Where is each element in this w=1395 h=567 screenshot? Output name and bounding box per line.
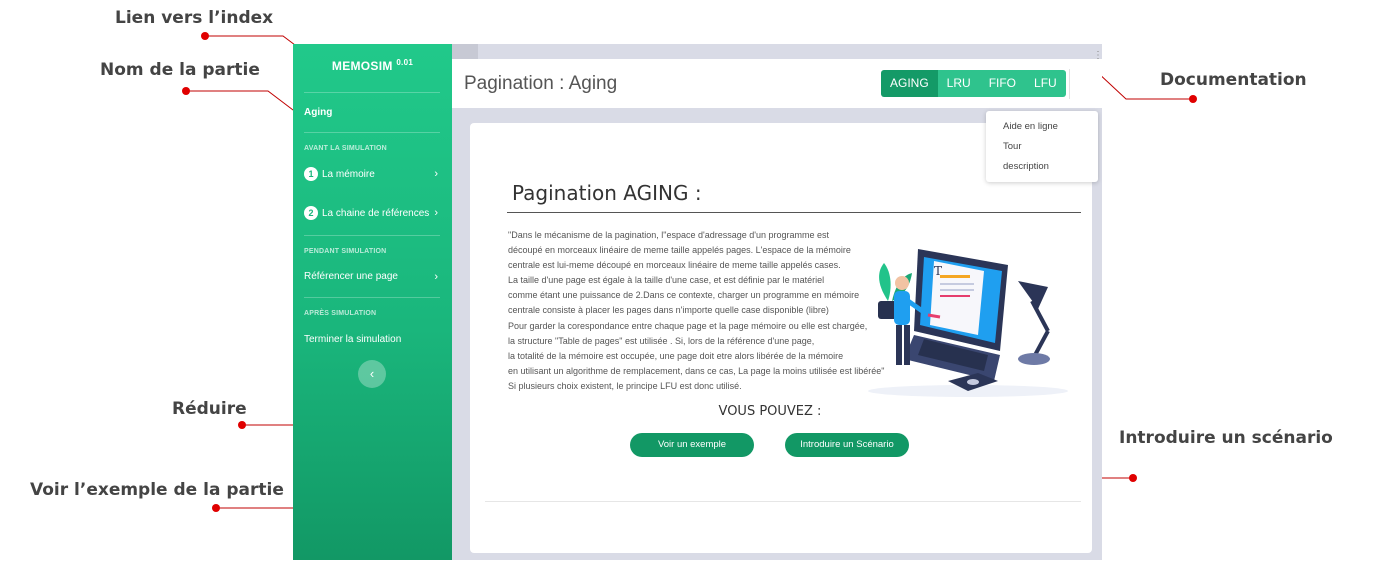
sidebar-divider	[304, 297, 440, 298]
sidebar-current-part[interactable]: Aging	[304, 107, 444, 118]
description-line: comme étant une puissance de 2.Dans ce c…	[508, 290, 860, 301]
description-line: découpé en morceaux linéaire de meme tai…	[508, 245, 851, 256]
introduce-scenario-button[interactable]: Introduire un Scénario	[785, 433, 909, 457]
sidebar-item-label: Référencer une page	[304, 271, 398, 282]
card-footer-divider	[485, 501, 1081, 502]
brand-link[interactable]: MEMOSIM 0.01	[293, 58, 452, 73]
documentation-menu-icon[interactable]: ⋮	[1093, 51, 1102, 61]
sidebar-item-label: La mémoire	[322, 168, 375, 180]
description-line: Si plusieurs choix existent, le principe…	[508, 380, 742, 391]
tab-lru[interactable]: LRU	[937, 70, 980, 97]
section-before-simulation: AVANT LA SIMULATION	[304, 145, 387, 152]
chevron-left-icon: ‹	[369, 366, 375, 381]
svg-text:T: T	[934, 264, 942, 278]
description-line: en utilisant un algorithme de remplaceme…	[508, 365, 885, 376]
sidebar-item-memory[interactable]: 1 La mémoire ›	[304, 167, 444, 181]
tab-aging[interactable]: AGING	[881, 70, 938, 97]
brand-version: 0.01	[396, 58, 414, 67]
collapse-sidebar-button[interactable]: ‹	[358, 360, 386, 388]
description-text: "Dans le mécanisme de la pagination, l"e…	[508, 228, 884, 394]
documentation-dropdown: Aide en ligne Tour description	[986, 111, 1098, 182]
annotation-documentation: Documentation	[1160, 70, 1307, 90]
algorithm-tabs: AGING LRU FIFO LFU	[881, 70, 1066, 97]
computer-illustration: T	[868, 249, 1068, 397]
sidebar-divider	[304, 132, 440, 133]
header-divider	[1069, 69, 1070, 99]
sidebar-divider	[304, 235, 440, 236]
top-strip	[452, 44, 1102, 59]
strip-chip	[452, 44, 478, 59]
description-line: centrale consiste à placer les pages dan…	[508, 305, 829, 316]
description-line: La taille d'une page est égale à la tail…	[508, 275, 825, 286]
sidebar-item-reference-chain[interactable]: 2 La chaine de références ›	[304, 206, 444, 220]
menu-item-description[interactable]: description	[1003, 161, 1049, 172]
description-line: "Dans le mécanisme de la pagination, l"e…	[508, 230, 830, 240]
page-title: Pagination : Aging	[464, 73, 618, 94]
content-card: Pagination AGING : "Dans le mécanisme de…	[470, 123, 1092, 553]
annotation-reduce: Réduire	[172, 399, 247, 419]
content-title: Pagination AGING :	[512, 181, 702, 205]
annotation-index-link: Lien vers l’index	[115, 8, 274, 28]
menu-item-online-help[interactable]: Aide en ligne	[1003, 121, 1058, 132]
description-line: Pour garder la corespondance entre chaqu…	[508, 320, 868, 331]
sidebar-item-end-simulation[interactable]: Terminer la simulation	[304, 334, 444, 345]
tab-fifo[interactable]: FIFO	[979, 70, 1026, 97]
tab-lfu[interactable]: LFU	[1025, 70, 1066, 97]
sidebar-divider	[304, 92, 440, 93]
you-can-heading: VOUS POUVEZ :	[718, 404, 822, 419]
description-line: la structure "Table de pages" est utilis…	[508, 335, 815, 346]
chevron-right-icon: ›	[434, 270, 438, 283]
sidebar-item-label: La chaine de références	[322, 207, 430, 219]
header-bar: Pagination : Aging AGING LRU FIFO LFU	[452, 59, 1102, 108]
step-number-badge: 2	[304, 206, 318, 220]
sidebar-item-label: Terminer la simulation	[304, 334, 402, 345]
sidebar: MEMOSIM 0.01 Aging AVANT LA SIMULATION 1…	[293, 44, 452, 560]
see-example-button[interactable]: Voir un exemple	[630, 433, 754, 457]
section-during-simulation: PENDANT SIMULATION	[304, 248, 387, 255]
section-after-simulation: APRÈS SIMULATION	[304, 310, 377, 317]
annotation-part-name: Nom de la partie	[100, 60, 260, 80]
app-window: MEMOSIM 0.01 Aging AVANT LA SIMULATION 1…	[293, 44, 1102, 560]
step-number-badge: 1	[304, 167, 318, 181]
chevron-right-icon: ›	[434, 168, 438, 180]
brand-name: MEMOSIM	[331, 59, 393, 73]
title-underline	[507, 212, 1081, 213]
chevron-right-icon: ›	[434, 207, 438, 219]
menu-item-tour[interactable]: Tour	[1003, 141, 1021, 152]
annotation-scenario: Introduire un scénario	[1119, 428, 1333, 448]
annotation-see-example: Voir l’exemple de la partie	[30, 480, 284, 500]
description-line: la totalité de la mémoire est occupée, u…	[508, 350, 844, 361]
description-line: centrale est lui-meme découpé en morceau…	[508, 260, 841, 271]
sidebar-item-reference-page[interactable]: Référencer une page ›	[304, 270, 444, 283]
